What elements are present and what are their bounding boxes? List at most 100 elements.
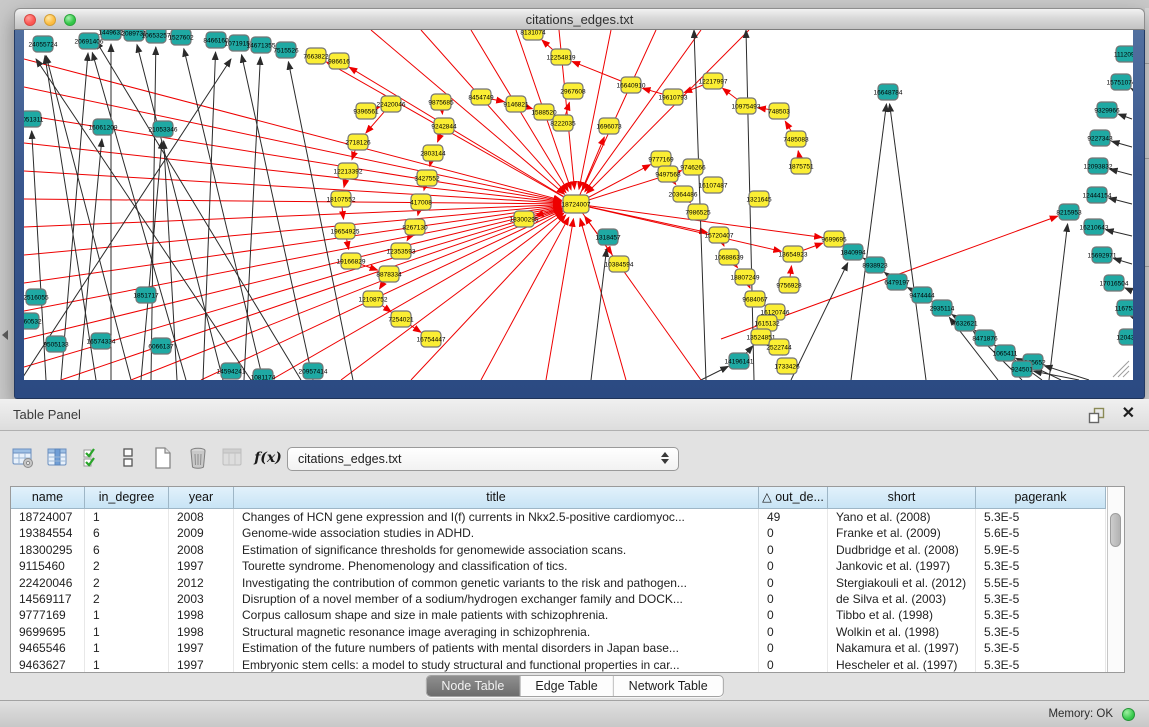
- column-header-short[interactable]: short: [828, 487, 976, 509]
- table-row[interactable]: 946554611997Estimation of the future num…: [11, 640, 1106, 656]
- network-node-label: 2516055: [24, 294, 49, 301]
- cell-year: 2012: [169, 575, 234, 591]
- network-node-label: 16061209: [89, 124, 118, 131]
- network-node-label: 9699695: [821, 236, 847, 243]
- network-edge: [288, 62, 353, 380]
- column-header-pagerank[interactable]: pagerank: [976, 487, 1106, 509]
- memory-status-indicator[interactable]: [1122, 708, 1135, 721]
- column-header-name[interactable]: name: [11, 487, 85, 509]
- table-row[interactable]: 1872400712008Changes of HCN gene express…: [11, 509, 1106, 525]
- tab-edge-table[interactable]: Edge Table: [519, 676, 612, 696]
- network-edge: [24, 208, 561, 339]
- network-edge: [411, 215, 566, 380]
- network-node-label: 2967608: [560, 88, 586, 95]
- scrollbar-thumb[interactable]: [1110, 513, 1121, 547]
- table-row[interactable]: 911546021997Tourette syndrome. Phenomeno…: [11, 558, 1106, 574]
- cell-short: Tibbo et al. (1998): [828, 607, 976, 623]
- network-edge: [1049, 224, 1068, 380]
- resize-grip-icon[interactable]: [1113, 361, 1129, 377]
- table-row[interactable]: 1938455462009Genome-wide association stu…: [11, 525, 1106, 541]
- network-node-label: 6479197: [884, 279, 910, 286]
- network-node-label: 16640910: [617, 82, 646, 89]
- cell-short: Wolkin et al. (1998): [828, 624, 976, 640]
- column-header-out_degree[interactable]: △ out_de...: [759, 487, 828, 509]
- network-node-label: 12108752: [359, 296, 388, 303]
- create-table-button[interactable]: [150, 445, 176, 471]
- window-titlebar[interactable]: citations_edges.txt: [14, 8, 1145, 30]
- cell-short: Nakamura et al. (1997): [828, 640, 976, 656]
- network-edge: [24, 199, 561, 204]
- cell-in_degree: 6: [85, 525, 169, 541]
- network-node-label: 18107552: [327, 196, 356, 203]
- column-header-in_degree[interactable]: in_degree: [85, 487, 169, 509]
- table-tabs: Node TableEdge TableNetwork Table: [425, 675, 723, 697]
- tab-network-table[interactable]: Network Table: [613, 676, 723, 696]
- vertical-scrollbar[interactable]: [1107, 487, 1124, 672]
- table-row[interactable]: 977716911998Corpus callosum shape and si…: [11, 607, 1106, 623]
- table-row[interactable]: 1456911722003Disruption of a novel membe…: [11, 591, 1106, 607]
- cell-title: Tourette syndrome. Phenomenology and cla…: [234, 558, 759, 574]
- tab-node-table[interactable]: Node Table: [426, 676, 519, 696]
- delete-table-button[interactable]: [185, 445, 211, 471]
- network-node-label: 12353593: [387, 248, 416, 255]
- column-header-year[interactable]: year: [169, 487, 234, 509]
- cell-in_degree: 1: [85, 624, 169, 640]
- network-node-label: 9684067: [742, 296, 768, 303]
- network-edge: [579, 30, 611, 189]
- cell-out_degree: 0: [759, 558, 828, 574]
- network-node-label: 1060532: [24, 318, 42, 325]
- network-table-select[interactable]: citations_edges.txt: [287, 447, 679, 471]
- cell-short: Hescheler et al. (1997): [828, 657, 976, 672]
- network-node-label: 1875751: [788, 163, 814, 170]
- cell-out_degree: 0: [759, 624, 828, 640]
- network-node-label: 12093832: [1084, 163, 1113, 170]
- network-edge: [1132, 317, 1133, 318]
- network-node-label: 7254021: [388, 316, 414, 323]
- cell-out_degree: 0: [759, 542, 828, 558]
- cell-pagerank: 5.5E-5: [976, 575, 1106, 591]
- cell-name: 9463627: [11, 657, 85, 672]
- float-panel-icon[interactable]: [1088, 407, 1105, 424]
- select-all-columns-button[interactable]: [80, 445, 106, 471]
- network-node-label: 21053346: [149, 126, 178, 133]
- network-node-label: 8267130: [402, 224, 428, 231]
- table-row[interactable]: 1830029562008Estimation of significance …: [11, 542, 1106, 558]
- function-builder-button[interactable]: f(x): [255, 445, 281, 471]
- network-node-label: 1204305: [1116, 334, 1133, 341]
- cell-out_degree: 0: [759, 591, 828, 607]
- network-node-label: 15751074: [1107, 79, 1133, 86]
- network-canvas[interactable]: 1872400722420046271812612213392181075521…: [24, 30, 1133, 380]
- cell-out_degree: 0: [759, 525, 828, 541]
- column-header-title[interactable]: title: [234, 487, 759, 509]
- table-row[interactable]: 946362711997Embryonic stem cells: a mode…: [11, 657, 1106, 672]
- network-node-label: 1615132: [754, 320, 780, 327]
- cell-title: Disruption of a novel member of a sodium…: [234, 591, 759, 607]
- cell-short: de Silva et al. (2003): [828, 591, 976, 607]
- cell-in_degree: 2: [85, 558, 169, 574]
- table-panel-title: Table Panel: [13, 407, 81, 422]
- network-edge: [24, 205, 561, 255]
- row-union-button[interactable]: [115, 445, 141, 471]
- network-node-label: 19654925: [331, 228, 360, 235]
- cell-in_degree: 2: [85, 575, 169, 591]
- network-node-label: 9746266: [680, 164, 706, 171]
- network-node-label: 20364486: [669, 191, 698, 198]
- network-node-label: 18300295: [510, 216, 539, 223]
- memory-status-label: Memory: OK: [1048, 708, 1113, 720]
- network-node-label: 9474444: [909, 292, 935, 299]
- cell-in_degree: 1: [85, 607, 169, 623]
- close-panel-icon[interactable]: ✕: [1122, 404, 1135, 424]
- cell-pagerank: 5.3E-5: [976, 558, 1106, 574]
- network-edge: [701, 366, 728, 380]
- network-node-label: 16574334: [87, 338, 116, 345]
- cell-title: Changes of HCN gene expression and I(f) …: [234, 509, 759, 525]
- panel-collapse-arrow-icon[interactable]: [2, 330, 8, 340]
- cell-in_degree: 1: [85, 640, 169, 656]
- cell-pagerank: 5.6E-5: [976, 525, 1106, 541]
- table-row[interactable]: 969969511998Structural magnetic resonanc…: [11, 624, 1106, 640]
- network-node-label: 15720407: [705, 232, 734, 239]
- table-row[interactable]: 2242004622012Investigating the contribut…: [11, 575, 1106, 591]
- show-columns-button[interactable]: [45, 445, 71, 471]
- table-mode-button[interactable]: [10, 445, 36, 471]
- network-node-label: 16210643: [1080, 224, 1109, 231]
